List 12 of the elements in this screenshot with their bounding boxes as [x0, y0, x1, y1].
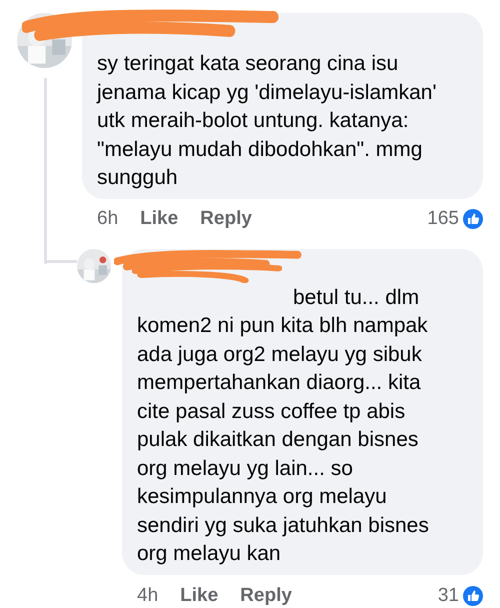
like-button[interactable]: Like [140, 208, 178, 230]
comment-text: sy teringat kata seorang cina isu jenama kicap yg 'dimelayu-islamkan' utk meraih-bolot untung. katanya: "melayu mudah dibodohkan". mmg sungguh [97, 51, 438, 191]
reaction-count: 31 [438, 584, 459, 606]
reaction-count: 165 [427, 208, 459, 230]
thumbs-up-icon [463, 586, 483, 606]
comment-text: betul tu... dlm komen2 ni pun kita blh nampak ada juga org2 melayu yg sibuk mempertahankan diaorg... kita cite pasal zuss coffee tp abis pulak dikaitkan dengan bisnes org melayu yg lain... so kesimpulannya org melayu sendiri yg suka jatuhkan bisnes org melayu kan [137, 284, 430, 567]
timestamp: 4h [137, 584, 158, 606]
thumbs-up-icon [463, 208, 483, 228]
reply-button[interactable]: Reply [200, 208, 252, 230]
like-button[interactable]: Like [180, 584, 218, 606]
timestamp: 6h [97, 208, 118, 230]
reply-button[interactable]: Reply [240, 584, 292, 606]
